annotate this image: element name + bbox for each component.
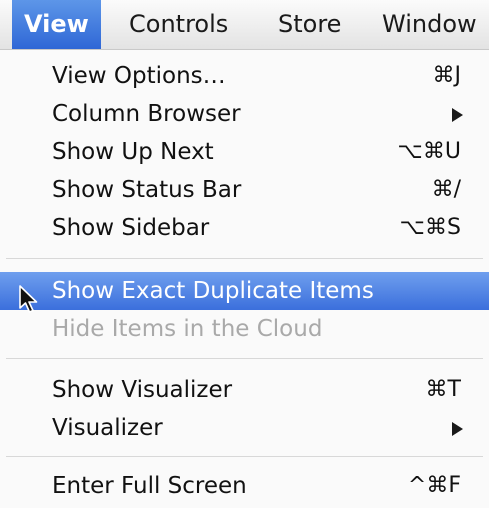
menubar-item-view[interactable]: View xyxy=(12,0,101,49)
menu-item-label: Show Status Bar xyxy=(52,177,242,203)
shortcut-label: ⌘T xyxy=(425,377,461,402)
shortcut-label: ^⌘F xyxy=(407,473,461,498)
menu-item-label: Show Up Next xyxy=(52,139,214,165)
shortcut-label: ⌥⌘U xyxy=(397,139,461,164)
menu-item-hide-items-in-cloud: Hide Items in the Cloud xyxy=(0,310,489,348)
menu-item-label: Hide Items in the Cloud xyxy=(52,316,323,342)
menu-item-show-visualizer[interactable]: Show Visualizer ⌘T xyxy=(0,371,489,409)
menu-item-label: Column Browser xyxy=(52,101,241,127)
chevron-right-icon xyxy=(452,108,463,122)
shortcut-label: ⌘J xyxy=(432,63,462,88)
menu-item-label: Show Visualizer xyxy=(52,377,233,403)
menubar-item-store[interactable]: Store xyxy=(278,0,341,49)
menu-item-view-options[interactable]: View Options… ⌘J xyxy=(0,57,489,95)
shortcut-label: ⌘/ xyxy=(431,177,461,202)
menu-item-enter-full-screen[interactable]: Enter Full Screen ^⌘F xyxy=(0,467,489,505)
menu-item-label: Visualizer xyxy=(52,415,163,441)
menu-separator xyxy=(6,456,483,457)
menu-item-label: Enter Full Screen xyxy=(52,473,247,499)
menubar-item-window[interactable]: Window xyxy=(382,0,477,49)
arrow-cursor-icon xyxy=(19,285,38,313)
menu-item-label: View Options… xyxy=(52,63,226,89)
menu-item-show-exact-duplicates[interactable]: Show Exact Duplicate Items xyxy=(0,272,489,310)
menu-item-show-status-bar[interactable]: Show Status Bar ⌘/ xyxy=(0,171,489,209)
shortcut-label: ⌥⌘S xyxy=(399,215,461,240)
menu-item-visualizer[interactable]: Visualizer xyxy=(0,409,489,447)
chevron-right-icon xyxy=(452,422,463,436)
menu-separator xyxy=(6,358,483,359)
menu-item-label: Show Sidebar xyxy=(52,215,210,241)
menu-item-show-sidebar[interactable]: Show Sidebar ⌥⌘S xyxy=(0,209,489,247)
menu-item-column-browser[interactable]: Column Browser xyxy=(0,95,489,133)
menu-item-show-up-next[interactable]: Show Up Next ⌥⌘U xyxy=(0,133,489,171)
menubar-item-controls[interactable]: Controls xyxy=(129,0,228,49)
menu-bar: View Controls Store Window xyxy=(0,0,489,50)
menu-item-label: Show Exact Duplicate Items xyxy=(52,278,374,304)
view-menu: View Options… ⌘J Column Browser Show Up … xyxy=(0,50,489,508)
menu-separator xyxy=(6,258,483,259)
